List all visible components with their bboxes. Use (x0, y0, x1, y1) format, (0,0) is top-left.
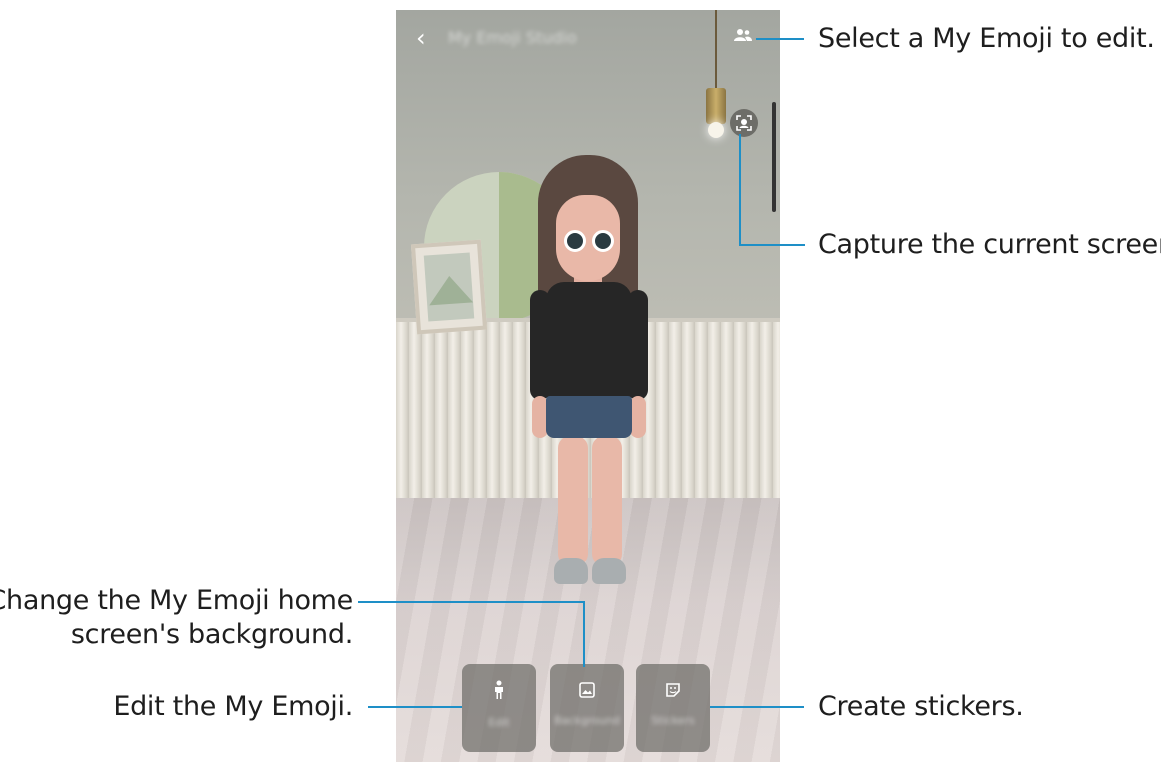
callout-line-background-vert (583, 601, 585, 667)
emoji-studio-screen: ‹ My Emoji Studio Edit Background Sticke… (396, 10, 780, 762)
avatar-left-shoe (554, 558, 588, 584)
avatar-right-hand (630, 396, 646, 438)
callout-change-background-line2: screen's background. (70, 619, 353, 650)
face-capture-icon[interactable] (730, 109, 758, 137)
stickers-button[interactable]: Stickers (636, 664, 710, 752)
callout-line-edit (368, 706, 462, 708)
edit-button-label: Edit (488, 716, 510, 729)
edge-panel-handle[interactable] (772, 102, 776, 212)
callout-select-emoji: Select a My Emoji to edit. (818, 23, 1155, 54)
edit-button[interactable]: Edit (462, 664, 536, 752)
capture-icon-graphic (736, 115, 752, 131)
avatar-right-eye (592, 230, 614, 252)
people-icon[interactable] (734, 28, 752, 46)
screen-title: My Emoji Studio (448, 28, 577, 47)
background-button[interactable]: Background (550, 664, 624, 752)
callout-create-stickers: Create stickers. (818, 691, 1024, 722)
callout-line-capture-horiz (739, 244, 805, 246)
callout-change-background-line1: Change the My Emoji home (0, 585, 353, 616)
callout-line-stickers (710, 706, 804, 708)
callout-edit-emoji: Edit the My Emoji. (113, 691, 353, 722)
callout-capture: Capture the current screen. (818, 229, 1161, 260)
avatar-sweater (546, 282, 632, 402)
person-icon (462, 680, 536, 704)
callout-line-select (756, 38, 804, 40)
sticker-icon (636, 680, 710, 702)
pendant-lamp (706, 88, 726, 124)
lamp-bulb (708, 122, 724, 138)
picture-frame (410, 239, 488, 335)
avatar-shorts (546, 396, 632, 438)
background-button-label: Background (554, 714, 620, 727)
avatar-right-shoe (592, 558, 626, 584)
avatar-right-leg (592, 436, 622, 566)
chevron-left-icon[interactable]: ‹ (416, 26, 426, 50)
image-icon (550, 680, 624, 702)
stickers-button-label: Stickers (651, 714, 695, 727)
lamp-cord (715, 10, 717, 90)
people-icon-graphic (734, 29, 752, 41)
callout-line-background-horiz (358, 601, 585, 603)
avatar-left-leg (558, 436, 588, 566)
avatar-left-eye (564, 230, 586, 252)
callout-line-capture-vert (739, 134, 741, 246)
